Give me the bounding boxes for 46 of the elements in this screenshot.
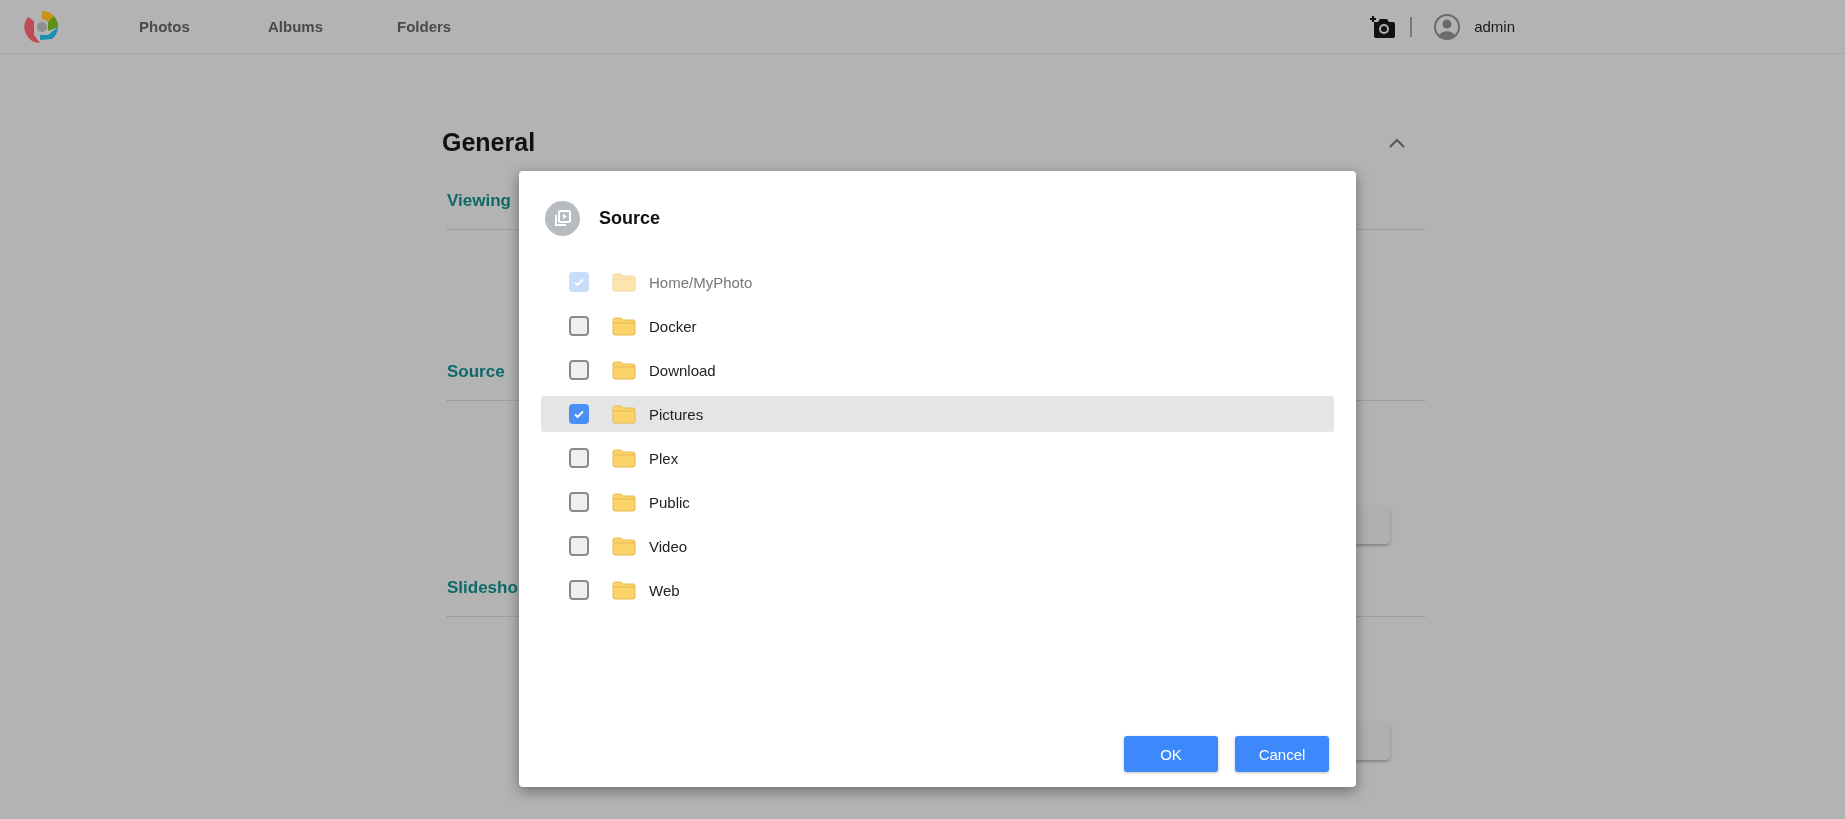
nav-link[interactable]: Photos — [139, 18, 245, 35]
folder-name: Pictures — [649, 405, 704, 423]
checkbox[interactable] — [569, 360, 589, 380]
checkbox[interactable] — [569, 448, 589, 468]
add-camera-icon[interactable] — [1370, 14, 1397, 39]
user-name[interactable]: admin — [1474, 18, 1515, 35]
folder-icon — [612, 360, 636, 380]
folder-name: Video — [649, 537, 688, 555]
folder-name: Web — [649, 581, 680, 599]
folder-icon — [612, 536, 636, 556]
app-logo-icon[interactable] — [24, 8, 60, 45]
chevron-icon[interactable] — [1388, 136, 1406, 149]
folder-row[interactable]: Plex — [541, 440, 1334, 476]
subsection-label: Source — [447, 362, 505, 383]
media-library-icon — [545, 200, 580, 236]
folder-row[interactable]: Public — [541, 484, 1334, 520]
folder-icon — [612, 404, 636, 424]
nav-link[interactable]: Folders — [397, 18, 503, 35]
dialog-title: Source — [599, 207, 661, 229]
checkbox[interactable] — [569, 316, 589, 336]
folder-name: Home/MyPhoto — [649, 273, 753, 291]
checkbox[interactable] — [569, 492, 589, 512]
folder-name: Plex — [649, 449, 679, 467]
folder-row[interactable]: Video — [541, 528, 1334, 564]
folder-icon — [612, 492, 636, 512]
nav-link[interactable]: Albums — [268, 18, 374, 35]
folder-name: Docker — [649, 317, 697, 335]
folder-row[interactable]: Download — [541, 352, 1334, 388]
checkbox[interactable] — [569, 536, 589, 556]
folder-name: Public — [649, 493, 690, 511]
folder-row[interactable]: Docker — [541, 308, 1334, 344]
subsection-label: Viewing — [447, 191, 511, 212]
subsection-label: Slidesho — [447, 578, 518, 599]
folder-icon — [612, 316, 636, 336]
check-icon — [573, 276, 585, 288]
check-icon — [573, 408, 585, 420]
folder-name: Download — [649, 361, 716, 379]
checkbox[interactable] — [569, 404, 589, 424]
folder-icon — [612, 448, 636, 468]
folder-row[interactable]: Pictures — [541, 396, 1334, 432]
folder-row[interactable]: Web — [541, 572, 1334, 608]
section-title: General — [442, 128, 536, 157]
checkbox[interactable] — [569, 580, 589, 600]
user-avatar-icon[interactable] — [1434, 13, 1461, 40]
folder-icon — [612, 272, 636, 292]
folder-icon — [612, 580, 636, 600]
